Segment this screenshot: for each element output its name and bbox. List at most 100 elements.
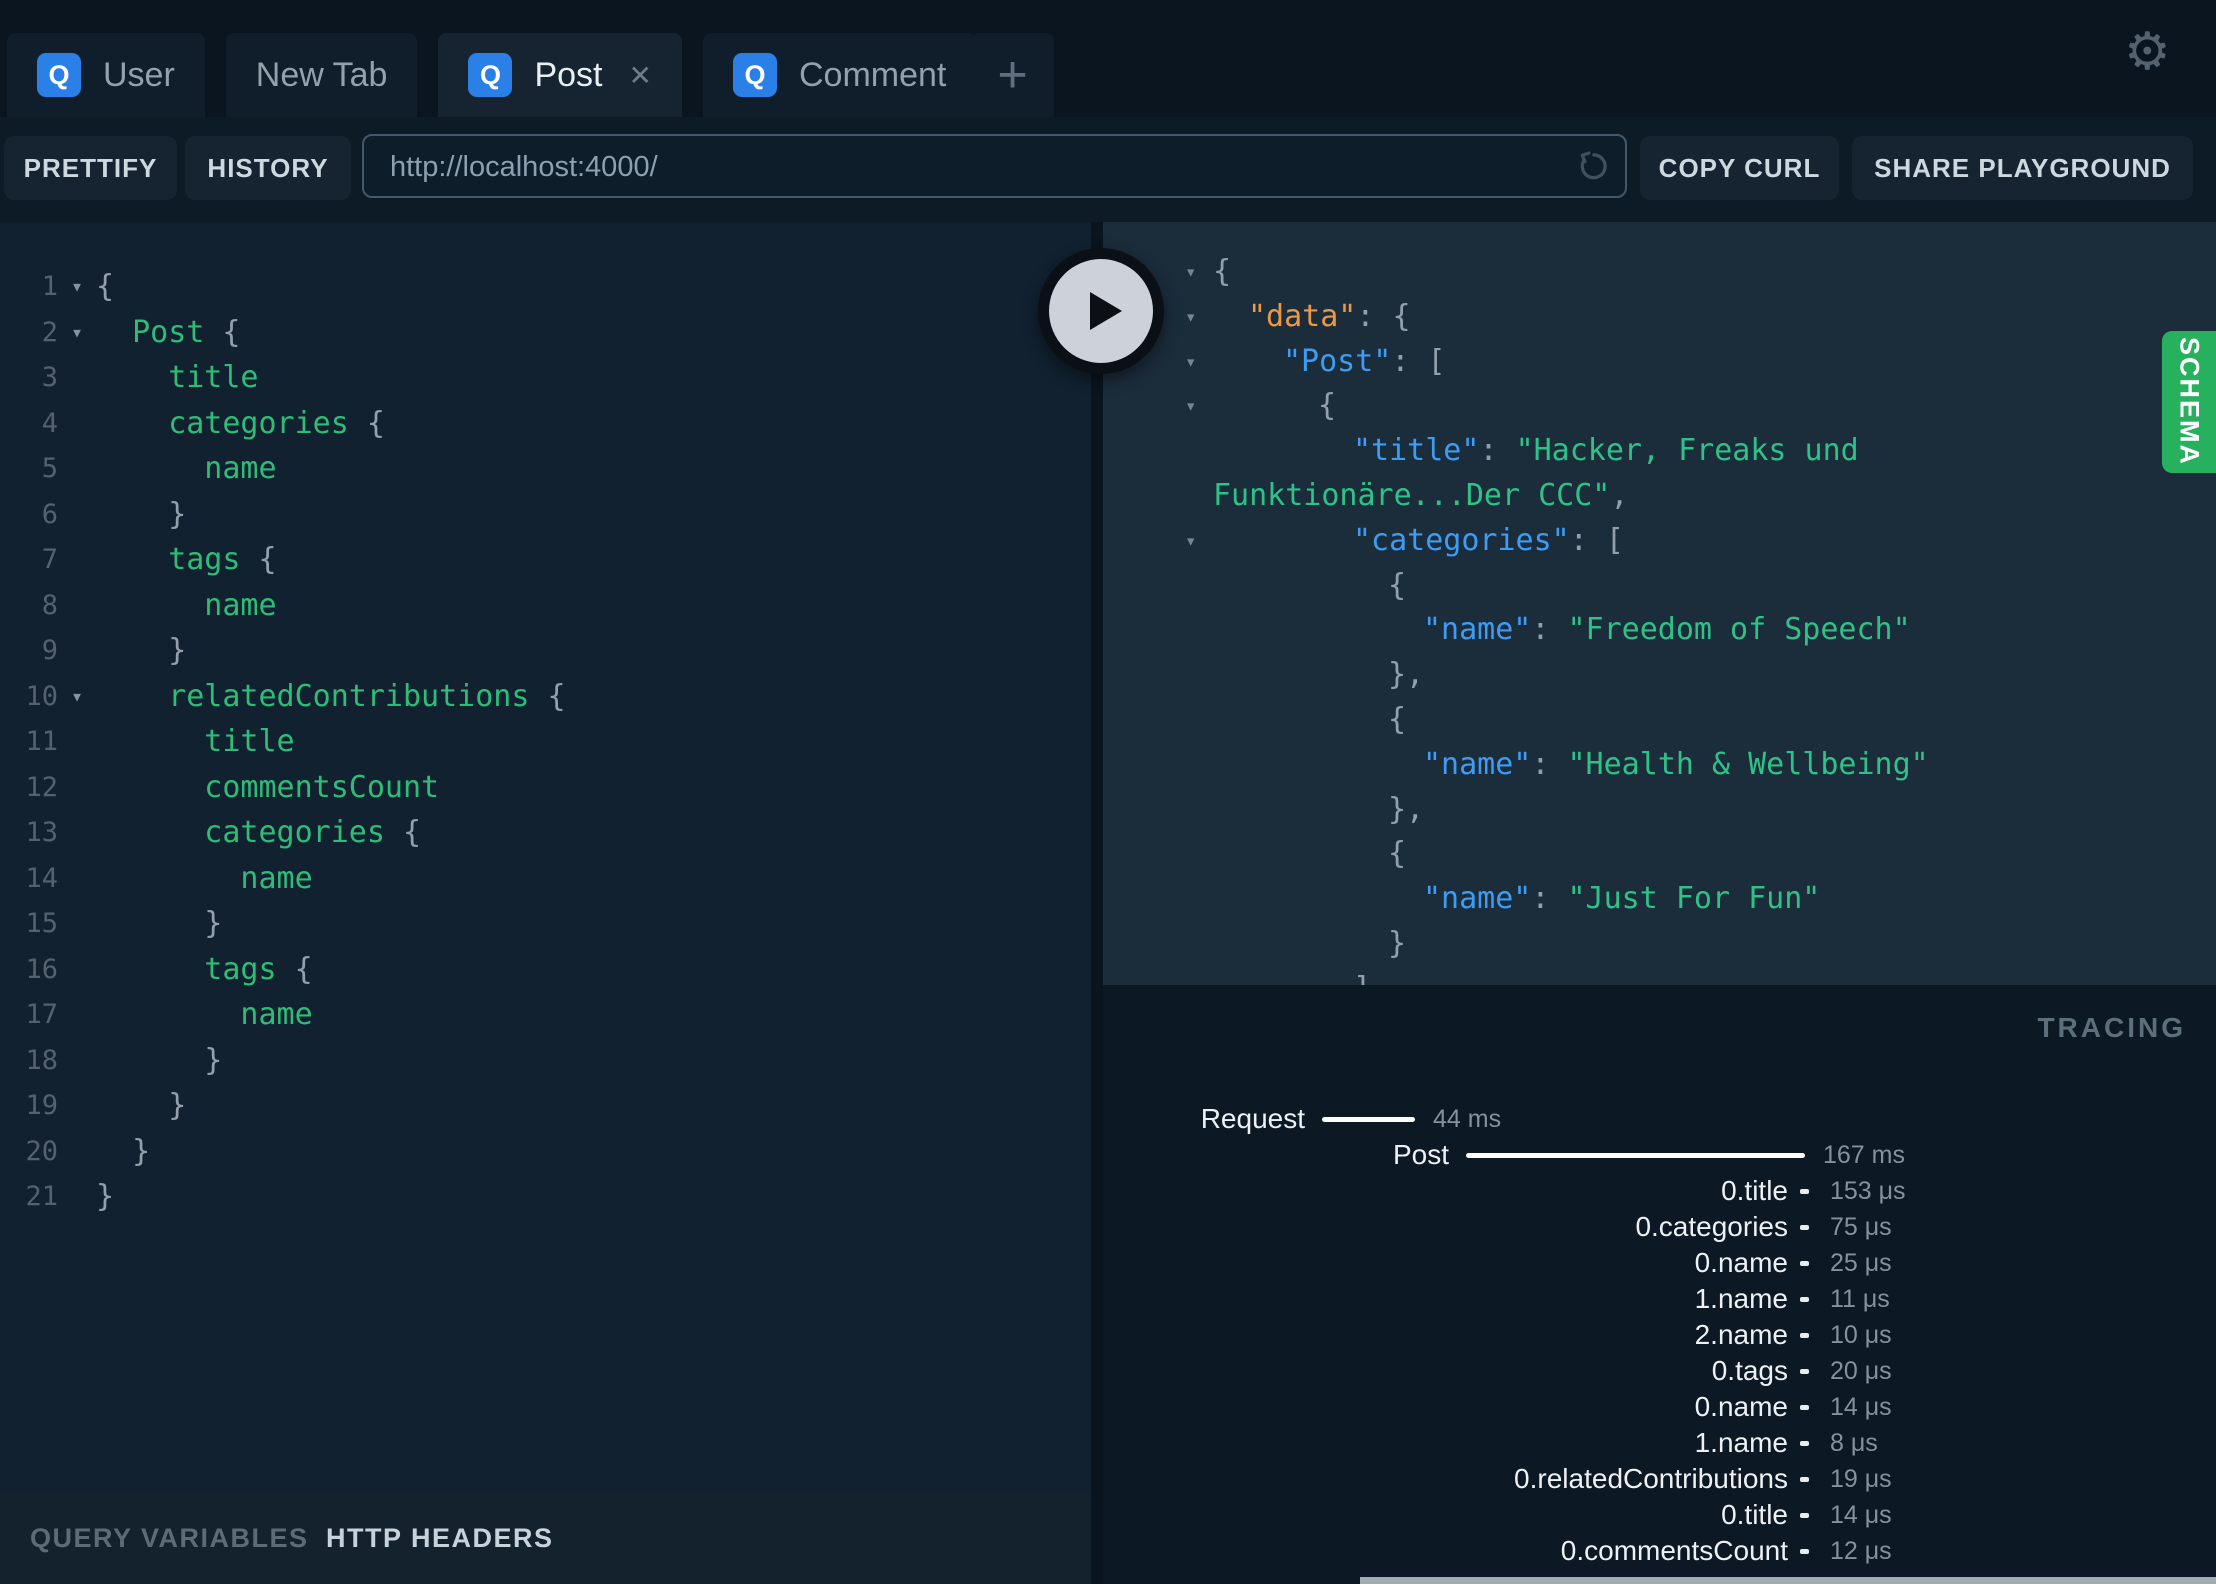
tracing-duration-dot: [1800, 1513, 1809, 1518]
code-text: title: [96, 355, 259, 401]
history-button[interactable]: HISTORY: [185, 136, 351, 200]
code-token: :: [1531, 881, 1568, 917]
collapse-arrow-icon[interactable]: ▾: [1185, 519, 1213, 564]
query-line[interactable]: 19}: [0, 1083, 1103, 1129]
play-button-circle: [1049, 259, 1153, 363]
code-token: {: [529, 678, 566, 714]
horizontal-scrollbar[interactable]: [1360, 1577, 2216, 1584]
tab-user[interactable]: Q User: [7, 33, 205, 117]
query-variables-toggle[interactable]: QUERY VARIABLES: [30, 1493, 309, 1584]
tracing-duration-bar: [1322, 1117, 1415, 1122]
tracing-label: 0.relatedContributions: [1514, 1463, 1788, 1494]
tab-label: User: [103, 55, 175, 94]
query-line[interactable]: 8 name: [0, 583, 1103, 629]
tab-post[interactable]: Q Post ✕: [438, 33, 682, 117]
query-line[interactable]: 3 title: [0, 355, 1103, 401]
query-line[interactable]: 12 commentsCount: [0, 765, 1103, 811]
query-line[interactable]: 20}: [0, 1129, 1103, 1175]
query-line[interactable]: 13 categories {: [0, 810, 1103, 856]
query-line[interactable]: 1 ▾{: [0, 264, 1103, 310]
query-line[interactable]: 14 name: [0, 856, 1103, 902]
code-token: {: [1388, 567, 1407, 603]
response-line: "name": "Just For Fun": [1103, 877, 2216, 922]
line-number: 11: [25, 726, 58, 757]
code-text: name: [96, 446, 276, 492]
code-token: name: [204, 587, 277, 623]
fold-arrow-icon[interactable]: ▾: [58, 264, 96, 310]
collapse-arrow-icon[interactable]: ▾: [1185, 295, 1213, 340]
tracing-row: 2.name 10 μs: [1103, 1317, 2216, 1353]
arrow-spacer: [1185, 877, 1213, 922]
arrow-spacer: [1185, 922, 1213, 967]
line-number: 21: [25, 1181, 58, 1212]
reload-icon[interactable]: [1575, 148, 1611, 184]
query-line[interactable]: 6}: [0, 492, 1103, 538]
new-tab-button[interactable]: +: [971, 33, 1054, 117]
collapse-arrow-icon[interactable]: ▾: [1185, 340, 1213, 385]
query-line[interactable]: 2 ▾ Post {: [0, 310, 1103, 356]
code-token: "name": [1423, 881, 1532, 917]
code-text: tags {: [96, 947, 312, 993]
query-line[interactable]: 7 tags {: [0, 537, 1103, 583]
pane-divider[interactable]: [1091, 222, 1103, 1584]
schema-side-tab[interactable]: SCHEMA: [2162, 331, 2216, 473]
code-text: name: [96, 856, 313, 902]
query-line[interactable]: 4 categories {: [0, 401, 1103, 447]
code-text: }: [96, 492, 186, 538]
line-number: 4: [41, 407, 58, 439]
code-text: {: [1213, 384, 1336, 429]
tracing-duration-dot: [1800, 1369, 1809, 1374]
query-line[interactable]: 10 ▾ relatedContributions {: [0, 674, 1103, 720]
query-line[interactable]: 16 tags {: [0, 947, 1103, 993]
query-line[interactable]: 15}: [0, 901, 1103, 947]
code-token: tags: [204, 951, 277, 987]
code-token: name: [240, 997, 313, 1032]
query-line[interactable]: 18}: [0, 1038, 1103, 1084]
fold-arrow-icon[interactable]: ▾: [58, 674, 96, 720]
code-token: {: [1388, 836, 1407, 872]
line-number: 19: [25, 1090, 58, 1121]
code-text: "Post": [: [1213, 340, 1446, 385]
prettify-button[interactable]: PRETTIFY: [4, 136, 177, 200]
http-headers-toggle[interactable]: HTTP HEADERS: [326, 1493, 554, 1584]
query-line[interactable]: 9}: [0, 628, 1103, 674]
endpoint-input[interactable]: [388, 136, 1542, 198]
query-line[interactable]: 11 title: [0, 719, 1103, 765]
collapse-arrow-icon[interactable]: ▾: [1185, 250, 1213, 295]
query-line[interactable]: 21}: [0, 1174, 1103, 1220]
line-number: 14: [25, 862, 58, 894]
copy-curl-button[interactable]: COPY CURL: [1640, 136, 1839, 200]
code-token: "Health & Wellbeing": [1567, 746, 1929, 782]
arrow-spacer: [1185, 474, 1213, 519]
fold-arrow-icon[interactable]: ▾: [58, 310, 96, 356]
arrow-spacer: [1185, 653, 1213, 698]
response-line: "name": "Health & Wellbeing": [1103, 743, 2216, 788]
settings-gear-icon[interactable]: ⚙: [2124, 26, 2171, 78]
share-playground-button[interactable]: SHARE PLAYGROUND: [1852, 136, 2193, 200]
code-token: relatedContributions: [168, 678, 530, 714]
query-line[interactable]: 5 name: [0, 446, 1103, 492]
code-text: "data": {: [1213, 295, 1411, 340]
query-line[interactable]: 17 name: [0, 992, 1103, 1038]
code-token: {: [1213, 254, 1232, 289]
query-editor-pane[interactable]: 1 ▾{2 ▾ Post {3 title 4 categories {5 name 6} 7 ta…: [0, 222, 1103, 1584]
response-line: {: [1103, 698, 2216, 743]
close-tab-icon[interactable]: ✕: [629, 59, 652, 92]
graphql-playground-window: Q User New Tab Q Post ✕ Q Comment + ⚙ PRETTIFY …: [0, 0, 2216, 1584]
code-token: title: [168, 360, 259, 395]
code-token: {: [96, 269, 115, 304]
code-token: name: [240, 860, 313, 896]
tab-new-tab[interactable]: New Tab: [225, 33, 418, 117]
line-number: 6: [41, 498, 58, 530]
tab-comment[interactable]: Q Comment: [702, 33, 977, 117]
execute-query-button[interactable]: [1038, 248, 1164, 374]
response-line: },: [1103, 653, 2216, 698]
tracing-label: 0.title: [1721, 1175, 1788, 1206]
collapse-arrow-icon[interactable]: ▾: [1185, 384, 1213, 429]
tracing-duration-dot: [1800, 1297, 1809, 1302]
